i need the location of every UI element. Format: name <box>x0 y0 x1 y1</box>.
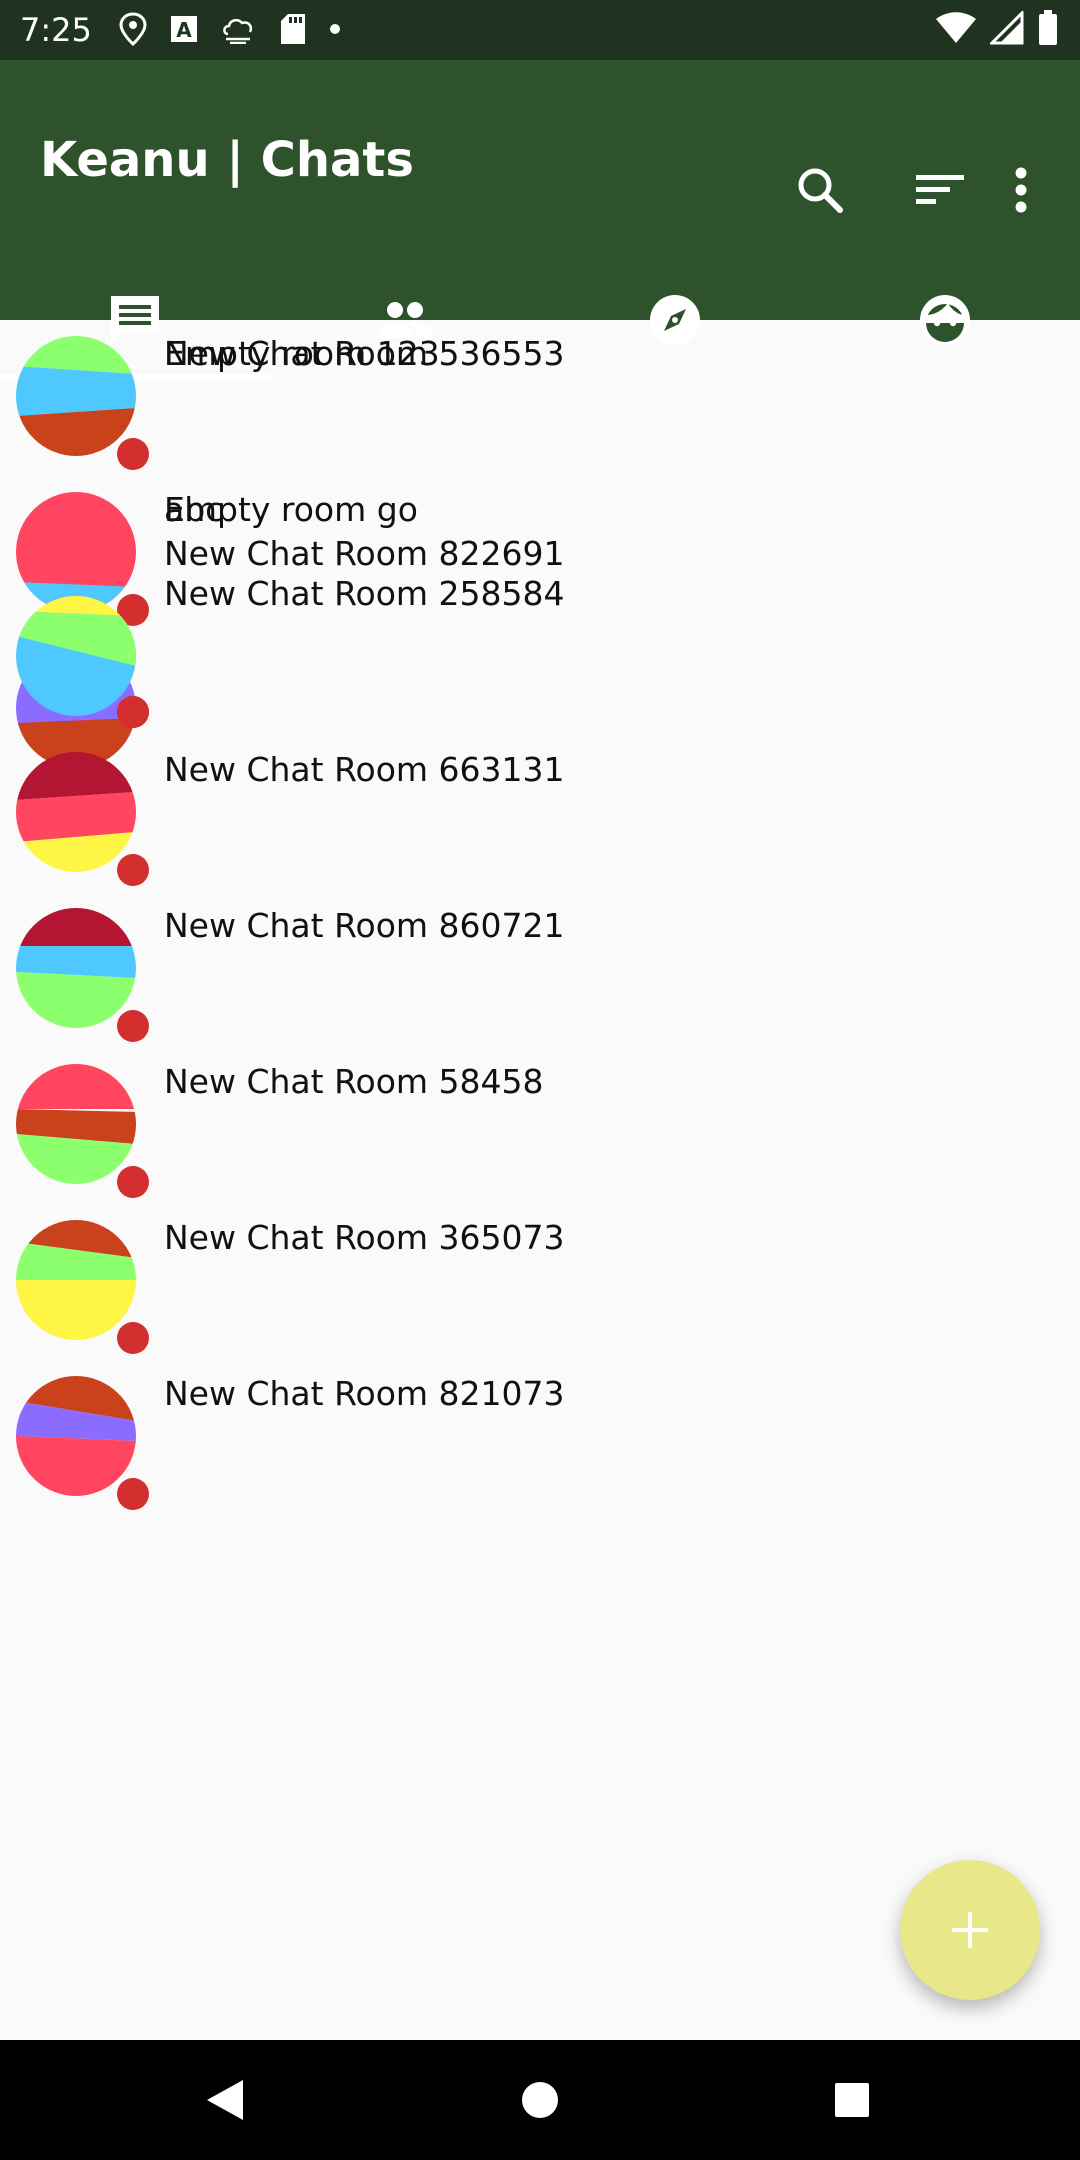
chat-room-name-overlay: abc <box>164 490 224 529</box>
chat-room-name: New Chat Room 860721 <box>164 906 565 945</box>
battery-icon <box>1039 10 1057 45</box>
avatar <box>16 596 136 716</box>
chat-room-name: New Chat Room 365073 <box>164 1218 565 1257</box>
status-time: 7:25 <box>20 11 92 49</box>
recents-button[interactable] <box>772 2040 932 2160</box>
unread-badge <box>117 1166 149 1198</box>
unread-badge <box>117 1010 149 1042</box>
sort-button[interactable] <box>895 130 985 250</box>
chat-room-name: New Chat Room 258584 <box>164 574 565 613</box>
unread-badge <box>117 854 149 886</box>
unread-badge <box>117 696 149 728</box>
home-button[interactable] <box>460 2040 620 2160</box>
chat-row[interactable]: New Chat Room 536553 Empty room 123 <box>0 320 1080 476</box>
avatar <box>16 336 136 456</box>
overflow-menu-icon <box>1015 167 1027 213</box>
status-notification-icons: A <box>118 12 342 46</box>
back-button[interactable] <box>145 2040 305 2160</box>
system-nav-bar <box>0 2040 1080 2160</box>
new-chat-button[interactable] <box>900 1860 1040 2000</box>
avatar <box>16 1376 136 1496</box>
chat-room-name: New Chat Room 58458 <box>164 1062 544 1101</box>
svg-text:A: A <box>176 18 192 42</box>
sort-icon <box>916 175 964 204</box>
avatar <box>16 1220 136 1340</box>
plus-icon <box>952 1912 988 1948</box>
avatar <box>16 1064 136 1184</box>
chat-list: New Chat Room 536553 Empty room 123 Empt… <box>0 320 1080 2040</box>
chat-row[interactable]: New Chat Room 58458 <box>0 1048 1080 1204</box>
dot-icon <box>330 24 340 34</box>
sd-card-icon <box>281 14 305 44</box>
avatar <box>16 908 136 1028</box>
search-button[interactable] <box>775 130 865 250</box>
chat-row[interactable]: New Chat Room 258584 <box>0 574 1080 736</box>
wifi-icon <box>936 12 976 43</box>
search-icon <box>798 168 843 213</box>
recents-icon <box>835 2083 869 2117</box>
weather-icon <box>223 18 253 44</box>
overflow-menu-button[interactable] <box>976 130 1066 250</box>
home-icon <box>522 2082 558 2118</box>
chat-room-name: New Chat Room 822691 <box>164 534 565 573</box>
signal-icon <box>990 11 1024 45</box>
font-icon: A <box>171 16 197 42</box>
status-bar: 7:25 A <box>0 0 1080 60</box>
unread-badge <box>117 438 149 470</box>
back-icon <box>207 2080 243 2120</box>
chat-row[interactable]: New Chat Room 860721 <box>0 892 1080 1048</box>
chat-room-name: New Chat Room 821073 <box>164 1374 565 1413</box>
status-system-icons <box>936 10 1058 46</box>
location-icon <box>119 12 147 46</box>
avatar <box>16 752 136 872</box>
unread-badge <box>117 1478 149 1510</box>
page-title: Keanu | Chats <box>40 132 414 188</box>
chat-row[interactable]: New Chat Room 365073 <box>0 1204 1080 1360</box>
chat-room-name: New Chat Room 663131 <box>164 750 565 789</box>
unread-badge <box>117 1322 149 1354</box>
chat-room-name-overlay: Empty room 123 <box>164 334 440 373</box>
app-bar: Keanu | Chats <box>0 60 1080 380</box>
chat-row[interactable]: New Chat Room 821073 <box>0 1360 1080 1516</box>
chat-row[interactable]: New Chat Room 663131 <box>0 736 1080 892</box>
